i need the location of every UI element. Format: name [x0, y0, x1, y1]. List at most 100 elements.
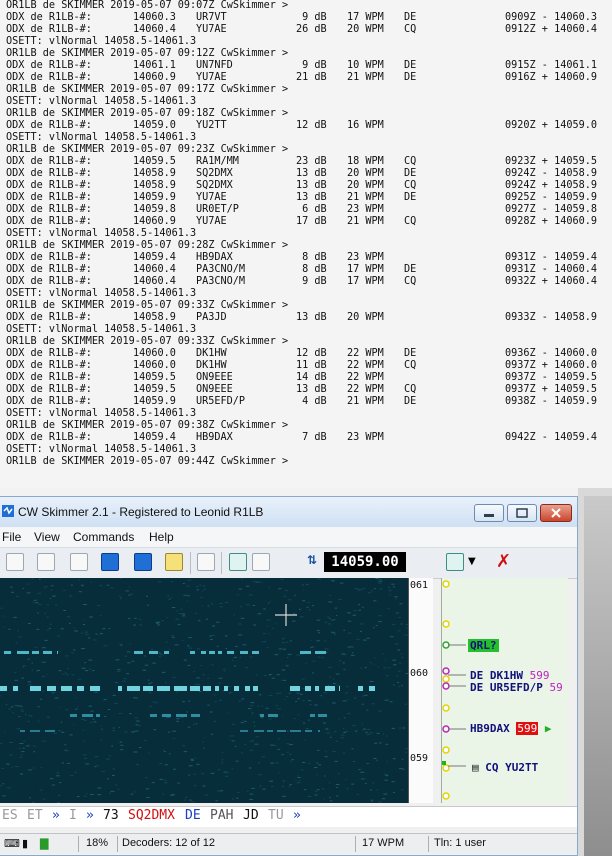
title-bar[interactable]: CW Skimmer 2.1 - Registered to Leonid R1…	[0, 497, 577, 527]
spot-callsign: HB9DAX	[196, 252, 233, 263]
document-icon: ▤	[472, 761, 479, 774]
maximize-button[interactable]	[507, 504, 537, 522]
spot-callsign: DK1HW	[196, 360, 227, 371]
spot-wpm: 20 WPM	[347, 180, 384, 191]
radio-button[interactable]	[37, 553, 55, 571]
scale-label-060: 060	[410, 668, 429, 679]
spot-wpm: 17 WPM	[347, 12, 384, 23]
decode-item-ur5efd[interactable]: DE UR5EFD/P 59	[470, 681, 563, 694]
spot-mode: CQ	[404, 24, 417, 35]
spot-wpm: 18 WPM	[347, 156, 384, 167]
spot-wpm: 22 WPM	[347, 384, 384, 395]
spot-callsign: SQ2DMX	[196, 180, 233, 191]
decode-dot-marker	[442, 620, 450, 628]
terminal-text: OR1LB de SKIMMER 2019-05-07 09:33Z CwSki…	[6, 300, 289, 311]
terminal-text: OR1LB de SKIMMER 2019-05-07 09:23Z CwSki…	[6, 144, 289, 155]
ruler-icon[interactable]	[165, 553, 183, 571]
spot-mode: CQ	[404, 360, 417, 371]
cw-signal-trace	[290, 730, 301, 732]
sync-icon[interactable]	[229, 553, 247, 571]
cw-signal-trace	[277, 730, 286, 732]
zoom-button[interactable]	[101, 553, 119, 571]
spot-frequency: 14060.0	[133, 348, 176, 359]
spot-time-freq: 0931Z - 14060.4	[505, 264, 598, 275]
audio-icon[interactable]	[70, 553, 88, 571]
spot-mode: CQ	[404, 156, 417, 167]
waterfall-display[interactable]	[0, 578, 408, 803]
spot-snr: 13 dB	[296, 384, 327, 395]
frequency-scale: 061 060 059	[408, 578, 433, 803]
terminal-text: OR1LB de SKIMMER 2019-05-07 09:28Z CwSki…	[6, 240, 289, 251]
spot-prefix: ODX de R1LB-#:	[6, 216, 92, 227]
spot-snr: 7 dB	[296, 432, 327, 443]
spot-frequency: 14060.4	[133, 276, 176, 287]
cw-signal-trace	[20, 730, 25, 732]
terminal-text: OSETT: vlNormal 14058.5-14061.3	[6, 408, 197, 419]
spot-time-freq: 0927Z - 14059.8	[505, 204, 598, 215]
spot-callsign: SQ2DMX	[196, 168, 233, 179]
spot-frequency: 14059.4	[133, 432, 176, 443]
spot-time-freq: 0942Z - 14059.4	[505, 432, 598, 443]
spot-snr: 8 dB	[296, 264, 327, 275]
cw-signal-trace	[13, 686, 18, 691]
spot-frequency: 14058.9	[133, 180, 176, 191]
spot-callsign: UR5EFD/P	[196, 396, 246, 407]
spot-mode: CQ	[404, 384, 417, 395]
spot-snr: 9 dB	[296, 12, 327, 23]
cw-signal-trace	[315, 686, 319, 691]
save-icon[interactable]	[134, 553, 152, 571]
decode-text: CQ YU2TT	[485, 761, 539, 774]
minimize-button[interactable]	[474, 504, 504, 522]
spot-callsign: RA1M/MM	[196, 156, 239, 167]
menu-commands[interactable]: Commands	[73, 530, 134, 544]
spot-snr: 17 dB	[296, 216, 327, 227]
lock-icon[interactable]: ▮	[22, 837, 28, 850]
spot-time-freq: 0925Z - 14059.9	[505, 192, 598, 203]
decode-item-yu2tt[interactable]: ▤ CQ YU2TT	[472, 761, 538, 774]
spot-prefix: ODX de R1LB-#:	[6, 396, 92, 407]
decode-item-qrl[interactable]: QRL?	[468, 639, 499, 652]
frequency-arrows-icon[interactable]: ⇅	[307, 553, 321, 571]
decode-item-hb9dax[interactable]: HB9DAX 599 ▶	[470, 722, 552, 735]
terminal-text: OSETT: vlNormal 14058.5-14061.3	[6, 228, 197, 239]
spot-wpm: 22 WPM	[347, 360, 384, 371]
cw-signal-trace	[96, 714, 100, 717]
decode-dot-marker	[442, 792, 450, 800]
status-bar: ⌨ ▮ ▇ 18% Decoders: 12 of 12 17 WPM Tln:…	[0, 833, 577, 854]
frequency-display[interactable]: 14059.00	[324, 552, 406, 572]
spot-time-freq: 0920Z + 14059.0	[505, 120, 598, 131]
menu-bar: File View Commands Help	[0, 527, 577, 548]
spot-prefix: ODX de R1LB-#:	[6, 72, 92, 83]
menu-file[interactable]: File	[2, 530, 21, 544]
copy-icon[interactable]	[252, 553, 270, 571]
decode-text: DE UR5EFD/P	[470, 681, 543, 694]
menu-help[interactable]: Help	[149, 530, 174, 544]
spot-wpm: 21 WPM	[347, 192, 384, 203]
receiver-button[interactable]	[6, 553, 24, 571]
decoded-text-line[interactable]: ES ET » I » 73 SQ2DMX DE PAH JD TU »	[0, 806, 577, 827]
terminal-text: OR1LB de SKIMMER 2019-05-07 09:07Z CwSki…	[6, 0, 289, 11]
spot-callsign: YU7AE	[196, 72, 227, 83]
spot-wpm: 16 WPM	[347, 120, 384, 131]
spot-callsign: UN7NFD	[196, 60, 233, 71]
spot-time-freq: 0937Z - 14059.5	[505, 372, 598, 383]
spot-frequency: 14059.9	[133, 192, 176, 203]
spot-icon[interactable]	[446, 553, 464, 571]
cw-signal-trace	[315, 651, 326, 654]
spot-snr: 8 dB	[296, 252, 327, 263]
spot-frequency: 14060.3	[133, 12, 176, 23]
cw-signal-trace	[30, 686, 41, 691]
menu-view[interactable]: View	[34, 530, 60, 544]
spot-callsign: HB9DAX	[196, 432, 233, 443]
terminal-text: OSETT: vlNormal 14058.5-14061.3	[6, 324, 197, 335]
spot-prefix: ODX de R1LB-#:	[6, 120, 92, 131]
cw-signal-trace	[290, 686, 300, 691]
spot-wpm: 22 WPM	[347, 372, 384, 383]
notes-icon[interactable]	[197, 553, 215, 571]
clear-x-icon[interactable]: ✗	[496, 551, 511, 572]
spot-mode: DE	[404, 396, 417, 407]
spot-prefix: ODX de R1LB-#:	[6, 348, 92, 359]
keyboard-icon[interactable]: ⌨	[4, 837, 20, 850]
close-button[interactable]	[540, 504, 572, 522]
dropdown-chevron-icon[interactable]: ▼	[468, 556, 476, 567]
